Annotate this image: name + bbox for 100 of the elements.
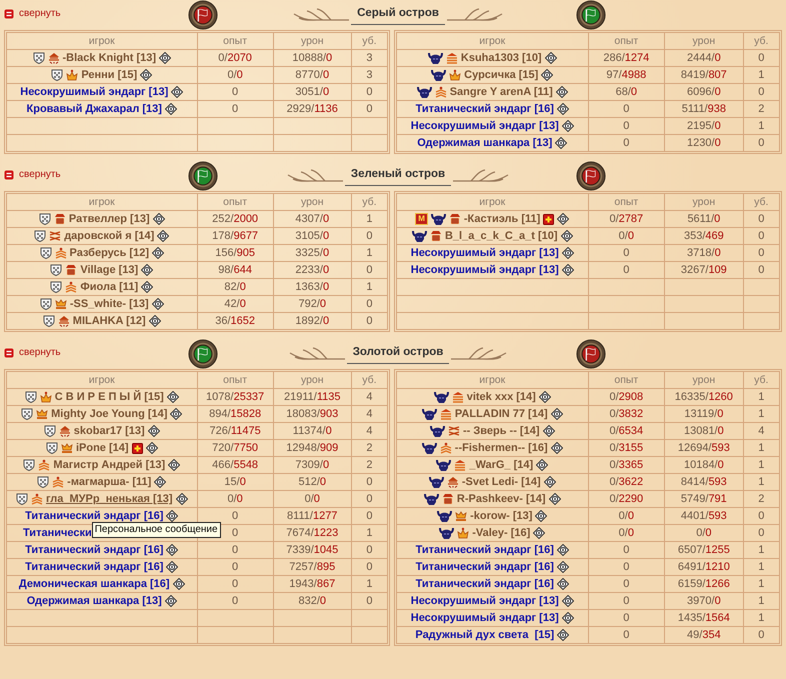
table-cell: 0 [351, 490, 388, 508]
tower-icon [65, 264, 78, 276]
table-cell: 0 [743, 228, 780, 244]
table-cell: 1 [743, 558, 780, 576]
monster-name[interactable]: Титанически [23, 526, 92, 540]
table-cell: 1 [743, 66, 780, 84]
table-cell: 5611/0 [664, 210, 744, 228]
info-icon[interactable] [562, 595, 574, 607]
column-header: урон [664, 32, 744, 50]
column-header: урон [664, 194, 744, 210]
column-header: уб. [743, 372, 780, 388]
table-cell: 0 [197, 100, 274, 118]
collapse-link[interactable]: свернуть [4, 345, 61, 360]
info-icon[interactable] [168, 459, 180, 471]
info-icon[interactable] [141, 264, 154, 276]
info-icon[interactable] [544, 476, 556, 488]
info-icon[interactable] [166, 561, 178, 573]
column-header: уб. [351, 194, 388, 210]
info-icon[interactable] [555, 137, 568, 149]
tower-icon [430, 230, 442, 242]
info-icon[interactable] [556, 86, 568, 98]
horned-helmet-icon [430, 424, 445, 438]
info-icon[interactable] [157, 230, 170, 242]
info-icon[interactable] [159, 52, 172, 64]
info-icon[interactable] [560, 230, 573, 242]
info-icon[interactable] [141, 281, 154, 293]
table-cell: 18083/903 [273, 406, 352, 422]
info-icon[interactable] [556, 103, 569, 115]
horned-helmet-icon [430, 212, 446, 226]
ornament-icon [288, 346, 345, 362]
info-icon[interactable] [171, 86, 184, 98]
table-cell: 97/4988 [588, 66, 665, 84]
info-icon[interactable] [166, 391, 179, 403]
table-cell: 4 [351, 406, 388, 422]
info-icon[interactable] [562, 612, 574, 624]
table-cell: 0 [351, 262, 388, 278]
info-icon[interactable] [146, 442, 158, 454]
info-icon[interactable] [140, 69, 152, 81]
info-icon[interactable] [562, 247, 574, 259]
info-icon[interactable] [550, 408, 563, 420]
table-cell: 0 [588, 100, 665, 118]
ornament-icon [286, 168, 343, 184]
column-header: игрок [396, 32, 588, 50]
table-cell: 3970/0 [664, 592, 744, 610]
info-icon[interactable] [538, 391, 551, 403]
info-icon[interactable] [557, 629, 570, 641]
info-icon[interactable] [166, 510, 178, 522]
table-cell: 0 [351, 542, 388, 558]
info-icon[interactable] [152, 247, 164, 259]
player-name[interactable]: -Кастиэль [11] [464, 212, 540, 226]
info-icon[interactable] [533, 527, 546, 539]
table-cell: 4401/593 [664, 508, 744, 524]
shield-icon [40, 298, 52, 310]
info-icon[interactable] [557, 213, 570, 225]
table-cell: 1 [743, 542, 780, 558]
column-header: опыт [197, 32, 274, 50]
table-cell: 286/1274 [588, 50, 665, 66]
table-cell: 4 [351, 388, 388, 406]
table-cell: 12948/909 [273, 440, 352, 456]
info-icon[interactable] [535, 510, 548, 522]
info-icon[interactable] [152, 213, 165, 225]
shield-icon [23, 459, 36, 471]
crown-icon [40, 391, 52, 403]
info-icon[interactable] [154, 476, 166, 488]
info-icon[interactable] [541, 69, 554, 81]
info-icon[interactable] [164, 103, 177, 115]
info-icon[interactable] [536, 459, 548, 471]
table-cell: 1 [743, 118, 780, 134]
table-cell: 0 [351, 508, 388, 524]
info-icon[interactable] [556, 561, 569, 573]
table-cell: 0 [588, 244, 665, 262]
table-cell: 36/1652 [197, 312, 274, 330]
info-icon[interactable] [176, 493, 188, 505]
info-icon[interactable] [556, 578, 569, 590]
info-icon[interactable] [562, 120, 574, 132]
table-cell: 1 [743, 474, 780, 490]
collapse-link[interactable]: свернуть [4, 6, 61, 21]
table-cell: 1 [743, 406, 780, 422]
info-icon[interactable] [148, 425, 160, 437]
info-icon[interactable] [556, 544, 569, 556]
info-icon[interactable] [562, 264, 574, 276]
info-icon[interactable] [166, 544, 178, 556]
info-icon[interactable] [172, 578, 185, 590]
injury-icon [543, 214, 554, 224]
column-header: опыт [588, 32, 665, 50]
column-header: урон [664, 372, 744, 388]
info-icon[interactable] [148, 315, 161, 327]
info-icon[interactable] [550, 442, 563, 454]
chevron-icon [30, 493, 43, 505]
table-cell: 0 [743, 626, 780, 644]
collapse-link[interactable]: свернуть [4, 167, 61, 182]
info-icon[interactable] [548, 493, 561, 505]
pyramid-icon [48, 52, 60, 64]
column-header: уб. [743, 32, 780, 50]
info-icon[interactable] [542, 425, 554, 437]
info-icon[interactable] [170, 408, 182, 420]
info-icon[interactable] [544, 52, 557, 64]
table-cell: 720/7750 [197, 440, 274, 456]
info-icon[interactable] [152, 298, 164, 310]
info-icon[interactable] [164, 595, 177, 607]
